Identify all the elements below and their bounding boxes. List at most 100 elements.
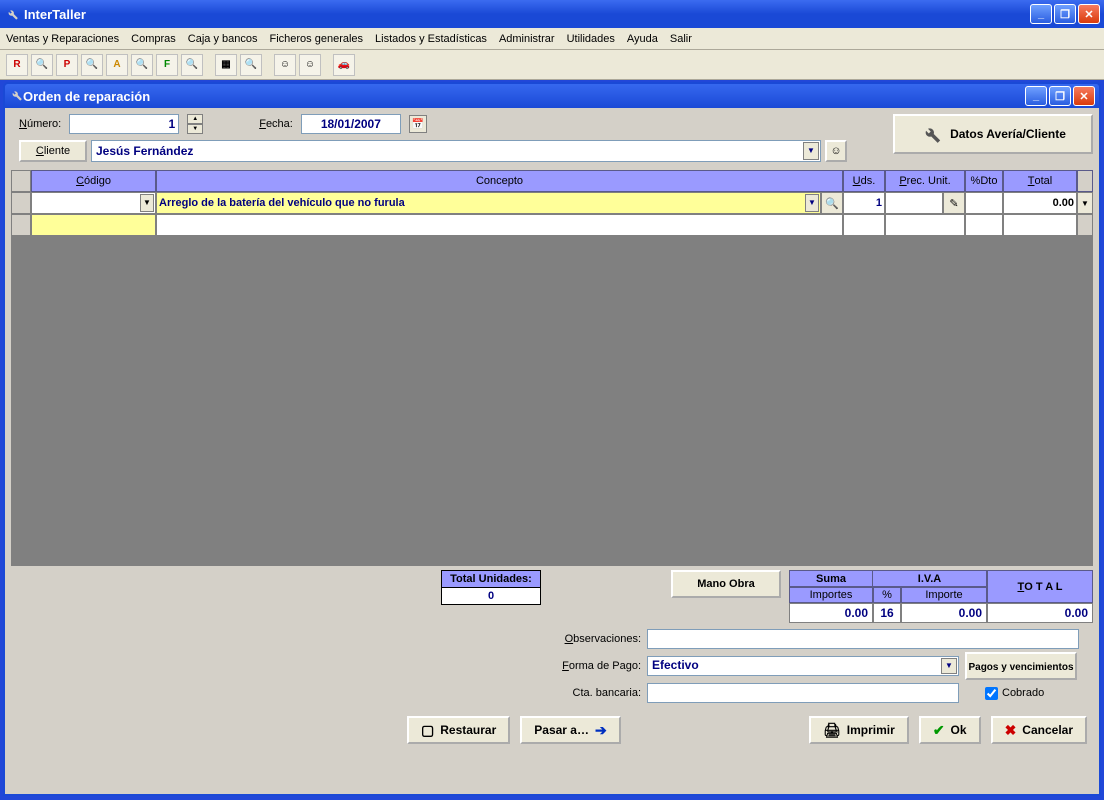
inner-window: Orden de reparación _ ❐ ✕ NNúmero:úmero:… [3,82,1101,796]
menu-administrar[interactable]: Administrar [499,33,555,45]
menu-caja[interactable]: Caja y bancos [188,33,258,45]
toolbar-p-icon[interactable]: P [56,54,78,76]
cliente-input[interactable]: Jesús Fernández ▼ [91,140,821,162]
cliente-face-icon[interactable]: ☺ [825,140,847,162]
chevron-down-icon[interactable]: ▼ [1077,192,1093,214]
col-concepto[interactable]: Concepto [156,170,843,192]
square-icon: ▢ [421,722,434,739]
forma-pago-label: Forma de Pago: [541,660,641,672]
minimize-button[interactable]: _ [1030,4,1052,24]
importes-label: Importes [789,587,873,603]
arrow-right-icon: ➔ [595,722,607,739]
codigo-cell[interactable] [31,214,156,236]
chevron-down-icon[interactable]: ▼ [805,194,819,212]
total-cell: 0.00 [1003,192,1077,214]
toolbar-search4-icon[interactable]: 🔍 [181,54,203,76]
codigo-cell[interactable]: ▼ [31,192,156,214]
menu-listados[interactable]: Listados y Estadísticas [375,33,487,45]
table-row[interactable]: ▼ Arreglo de la batería del vehículo que… [11,192,1093,214]
total-unidades-label: Total Unidades: [442,571,540,588]
lookup-icon[interactable]: 🔍 [821,192,843,214]
numero-input[interactable] [69,114,179,134]
cta-bancaria-input[interactable] [647,683,959,703]
pencil-icon[interactable]: ✎ [943,192,965,214]
close-button[interactable]: ✕ [1078,4,1100,24]
inner-close-button[interactable]: ✕ [1073,86,1095,106]
pasar-button[interactable]: Pasar a…➔ [520,716,620,744]
inner-titlebar: Orden de reparación _ ❐ ✕ [5,84,1099,108]
suma-label: Suma [789,570,873,587]
row-selector[interactable] [11,192,31,214]
iva-pct-label: % [873,587,901,603]
toolbar-search2-icon[interactable]: 🔍 [81,54,103,76]
menu-ficheros[interactable]: Ficheros generales [269,33,363,45]
inner-minimize-button[interactable]: _ [1025,86,1047,106]
col-dto[interactable]: %Dto [965,170,1003,192]
ok-button[interactable]: ✔Ok [919,716,981,744]
total-unidades-box: Total Unidades: 0 [441,570,541,605]
cancelar-button[interactable]: ✖Cancelar [991,716,1087,744]
cliente-button[interactable]: Cliente [19,140,87,162]
x-icon: ✖ [1005,722,1017,739]
restaurar-button[interactable]: ▢Restaurar [407,716,510,744]
chevron-down-icon[interactable]: ▼ [803,142,819,160]
check-icon: ✔ [933,722,945,739]
col-total[interactable]: Total [1003,170,1077,192]
mano-obra-button[interactable]: Mano Obra [671,570,781,598]
menu-ayuda[interactable]: Ayuda [627,33,658,45]
cobrado-checkbox[interactable]: Cobrado [985,687,1044,700]
chevron-down-icon[interactable]: ▼ [941,658,957,674]
iva-importe-label: Importe [901,587,987,603]
grid-header: Código Concepto Uds. Prec. Unit. %Dto To… [11,170,1093,192]
toolbar-search3-icon[interactable]: 🔍 [131,54,153,76]
toolbar-face2-icon[interactable]: ☺ [299,54,321,76]
toolbar-r-icon[interactable]: R [6,54,28,76]
col-precunit[interactable]: Prec. Unit. [885,170,965,192]
menubar: Ventas y Reparaciones Compras Caja y ban… [0,28,1104,50]
wrench-icon [9,88,23,105]
toolbar-car-icon[interactable]: 🚗 [333,54,355,76]
observaciones-input[interactable] [647,629,1079,649]
col-uds[interactable]: Uds. [843,170,885,192]
cliente-value: Jesús Fernández [96,144,193,158]
datos-averia-button[interactable]: Datos Avería/Cliente [893,114,1093,154]
toolbar-doc-icon[interactable]: ▦ [215,54,237,76]
toolbar-face1-icon[interactable]: ☺ [274,54,296,76]
menu-utilidades[interactable]: Utilidades [567,33,615,45]
total-unidades-value: 0 [442,588,540,604]
iva-label: I.V.A [872,570,987,587]
menu-compras[interactable]: Compras [131,33,176,45]
numero-spinner[interactable]: ▲▼ [187,114,203,134]
toolbar-a-icon[interactable]: A [106,54,128,76]
toolbar: R 🔍 P 🔍 A 🔍 F 🔍 ▦ 🔍 ☺ ☺ 🚗 [0,50,1104,80]
toolbar-f-icon[interactable]: F [156,54,178,76]
forma-pago-select[interactable]: Efectivo ▼ [647,656,959,676]
pagos-vencimientos-button[interactable]: Pagos y vencimientos [965,652,1077,680]
suma-importes-value: 0.00 [789,603,873,623]
calendar-icon[interactable]: 📅 [409,115,427,133]
menu-ventas[interactable]: Ventas y Reparaciones [6,33,119,45]
toolbar-search5-icon[interactable]: 🔍 [240,54,262,76]
toolbar-search1-icon[interactable]: 🔍 [31,54,53,76]
numero-label: NNúmero:úmero: [19,118,61,130]
concepto-cell[interactable] [156,214,843,236]
cta-bancaria-label: Cta. bancaria: [541,687,641,699]
inner-title: Orden de reparación [23,89,150,104]
inner-maximize-button[interactable]: ❐ [1049,86,1071,106]
menu-salir[interactable]: Salir [670,33,692,45]
precunit-cell[interactable] [885,192,943,214]
iva-pct-value: 16 [873,603,901,623]
uds-cell[interactable]: 1 [843,192,885,214]
table-row[interactable] [11,214,1093,236]
concepto-cell[interactable]: Arreglo de la batería del vehículo que n… [156,192,821,214]
fecha-input[interactable] [301,114,401,134]
imprimir-button[interactable]: 🖨Imprimir [809,716,909,744]
app-titlebar: InterTaller _ ❐ ✕ [0,0,1104,28]
wrench-icon [4,6,20,22]
chevron-down-icon[interactable]: ▼ [140,194,154,212]
maximize-button[interactable]: ❐ [1054,4,1076,24]
col-codigo[interactable]: Código [31,170,156,192]
dto-cell[interactable] [965,192,1003,214]
summary-table: Suma Importes 0.00 % 16 I.V.A Importe 0.… [789,570,1093,623]
iva-importe-value: 0.00 [901,603,987,623]
